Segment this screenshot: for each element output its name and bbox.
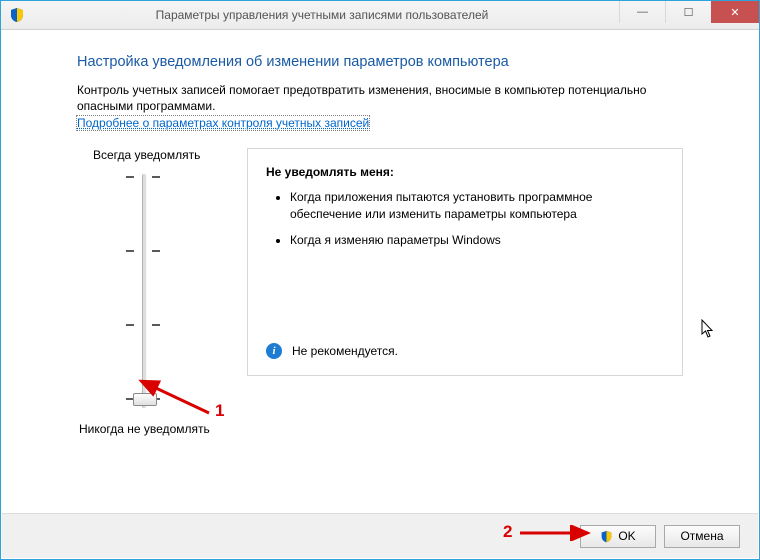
uac-shield-icon — [9, 7, 25, 23]
window-chrome-buttons: — ☐ ✕ — [619, 1, 759, 29]
minimize-button[interactable]: — — [619, 1, 665, 23]
uac-level-slider[interactable] — [123, 170, 163, 412]
content-area: Настройка уведомления об изменении парам… — [1, 30, 759, 436]
slider-label-bottom: Никогда не уведомлять — [79, 422, 247, 436]
info-bullet: Когда приложения пытаются установить про… — [290, 189, 664, 221]
cancel-button-label: Отмена — [680, 529, 723, 543]
learn-more-link[interactable]: Подробнее о параметрах контроля учетных … — [77, 116, 369, 130]
slider-thumb[interactable] — [133, 393, 157, 406]
slider-column: Всегда уведомлять Никогда не уведомлять — [77, 148, 247, 436]
slider-tick — [126, 250, 160, 252]
window-title: Параметры управления учетными записями п… — [25, 8, 619, 22]
close-button[interactable]: ✕ — [711, 1, 759, 23]
dialog-footer: OK Отмена — [2, 513, 758, 558]
ok-button[interactable]: OK — [580, 525, 656, 548]
info-bullet: Когда я изменяю параметры Windows — [290, 232, 664, 248]
ok-button-label: OK — [618, 529, 635, 543]
slider-tick — [126, 324, 160, 326]
slider-tick — [126, 176, 160, 178]
uac-shield-icon — [600, 530, 613, 543]
page-heading: Настройка уведомления об изменении парам… — [77, 54, 683, 70]
intro-text: Контроль учетных записей помогает предот… — [77, 82, 683, 114]
notification-info-box: Не уведомлять меня: Когда приложения пыт… — [247, 148, 683, 376]
info-column: Не уведомлять меня: Когда приложения пыт… — [247, 148, 683, 436]
uac-settings-window: Параметры управления учетными записями п… — [0, 0, 760, 560]
titlebar: Параметры управления учетными записями п… — [1, 1, 759, 30]
cancel-button[interactable]: Отмена — [664, 525, 740, 548]
info-icon: i — [266, 343, 282, 359]
info-box-heading: Не уведомлять меня: — [266, 165, 664, 179]
maximize-button[interactable]: ☐ — [665, 1, 711, 23]
slider-track — [142, 174, 147, 408]
info-bullet-list: Когда приложения пытаются установить про… — [270, 189, 664, 248]
slider-label-top: Всегда уведомлять — [93, 148, 247, 162]
recommendation-row: i Не рекомендуется. — [266, 343, 398, 359]
recommendation-text: Не рекомендуется. — [292, 344, 398, 358]
